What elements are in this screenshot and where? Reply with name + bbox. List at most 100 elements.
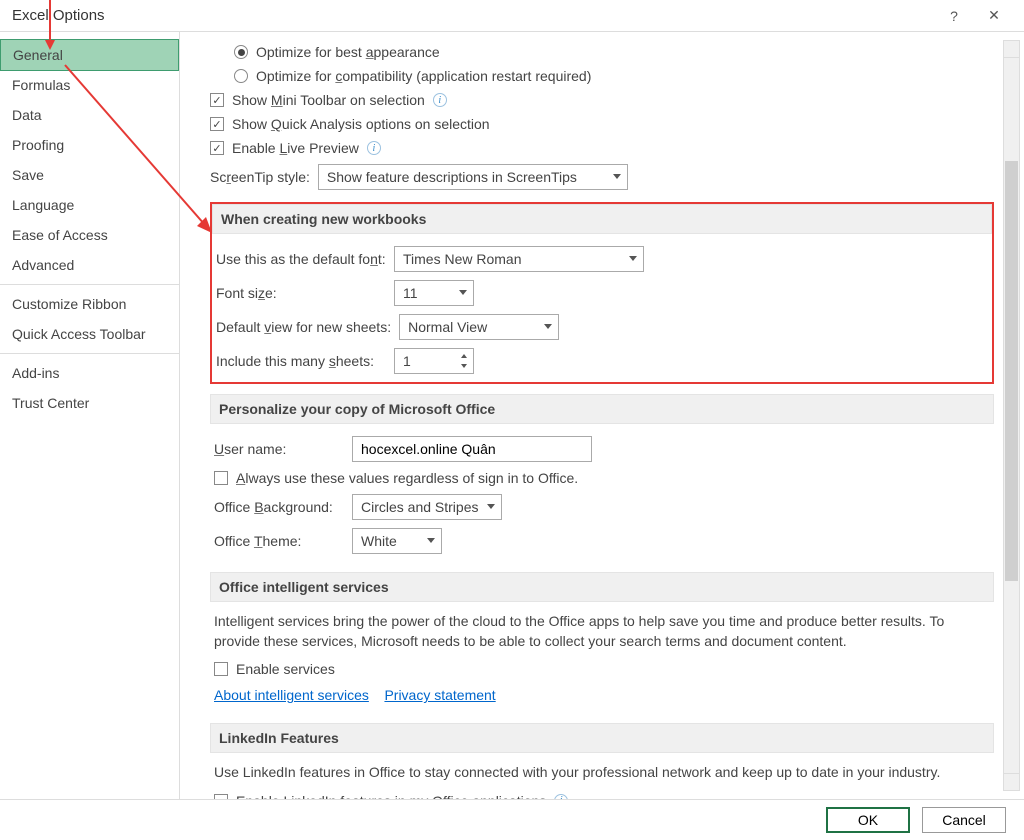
- sidebar-separator: [0, 353, 179, 354]
- checkbox-label: Enable LinkedIn features in my Office ap…: [236, 793, 546, 799]
- user-name-input[interactable]: [352, 436, 592, 462]
- checkbox-label: Enable Live Preview: [232, 140, 359, 156]
- dropdown-value: Normal View: [408, 319, 487, 335]
- info-icon[interactable]: [554, 794, 568, 799]
- field-label: Font size:: [216, 285, 386, 301]
- section-header-new-workbooks: When creating new workbooks: [212, 204, 992, 234]
- title-bar: Excel Options ? ✕: [0, 0, 1024, 32]
- radio-optimize-appearance[interactable]: Optimize for best appearance: [234, 40, 994, 64]
- annotation-highlight-box: When creating new workbooks Use this as …: [210, 202, 994, 384]
- checkbox-always-use-values[interactable]: Always use these values regardless of si…: [214, 466, 990, 490]
- office-background-dropdown[interactable]: Circles and Stripes: [352, 494, 502, 520]
- checkbox-mini-toolbar[interactable]: Show Mini Toolbar on selection: [210, 88, 994, 112]
- scrollbar-thumb[interactable]: [1005, 161, 1018, 581]
- checkbox-label: Enable services: [236, 661, 335, 677]
- checkbox-quick-analysis[interactable]: Show Quick Analysis options on selection: [210, 112, 994, 136]
- font-size-dropdown[interactable]: 11: [394, 280, 474, 306]
- screentip-label: ScreenTip style:: [210, 169, 310, 185]
- section-header-intelligent-services: Office intelligent services: [210, 572, 994, 602]
- link-about-intelligent-services[interactable]: About intelligent services: [214, 687, 369, 703]
- checkbox-icon: [210, 93, 224, 107]
- help-icon[interactable]: ?: [934, 0, 974, 32]
- dropdown-value: Circles and Stripes: [361, 499, 479, 515]
- chevron-down-icon: [613, 174, 621, 179]
- sheets-count-row: Include this many sheets: 1: [216, 344, 988, 378]
- field-label: User name:: [214, 441, 344, 457]
- screentip-style-dropdown[interactable]: Show feature descriptions in ScreenTips: [318, 164, 628, 190]
- checkbox-live-preview[interactable]: Enable Live Preview: [210, 136, 994, 160]
- dropdown-value: White: [361, 533, 397, 549]
- linkedin-description: Use LinkedIn features in Office to stay …: [214, 761, 990, 789]
- info-icon[interactable]: [433, 93, 447, 107]
- field-label: Include this many sheets:: [216, 353, 386, 369]
- font-size-row: Font size: 11: [216, 276, 988, 310]
- chevron-down-icon: [459, 290, 467, 295]
- close-icon[interactable]: ✕: [974, 0, 1014, 32]
- sheets-spinner[interactable]: 1: [394, 348, 474, 374]
- radio-label: Optimize for best appearance: [256, 44, 440, 60]
- cancel-button[interactable]: Cancel: [922, 807, 1006, 833]
- chevron-down-icon: [629, 256, 637, 261]
- dialog-footer: OK Cancel: [0, 800, 1024, 840]
- sidebar-item-general[interactable]: General: [0, 39, 179, 71]
- checkbox-label: Always use these values regardless of si…: [236, 470, 578, 486]
- sidebar-item-trust-center[interactable]: Trust Center: [0, 388, 179, 418]
- screentip-style-row: ScreenTip style: Show feature descriptio…: [210, 160, 994, 194]
- sidebar-item-language[interactable]: Language: [0, 190, 179, 220]
- field-label: Office Background:: [214, 499, 344, 515]
- ok-button[interactable]: OK: [826, 807, 910, 833]
- content-pane: Optimize for best appearance Optimize fo…: [180, 32, 1024, 799]
- default-view-dropdown[interactable]: Normal View: [399, 314, 559, 340]
- intelligent-services-description: Intelligent services bring the power of …: [214, 610, 990, 657]
- window-title: Excel Options: [12, 7, 934, 24]
- radio-icon: [234, 45, 248, 59]
- radio-optimize-compatibility[interactable]: Optimize for compatibility (application …: [234, 64, 994, 88]
- field-label: Office Theme:: [214, 533, 344, 549]
- section-header-linkedin: LinkedIn Features: [210, 723, 994, 753]
- spinner-value: 1: [403, 353, 411, 369]
- sidebar-item-ease-of-access[interactable]: Ease of Access: [0, 220, 179, 250]
- default-view-row: Default view for new sheets: Normal View: [216, 310, 988, 344]
- field-label: Use this as the default font:: [216, 251, 386, 267]
- dropdown-value: Show feature descriptions in ScreenTips: [327, 169, 577, 185]
- sidebar-item-add-ins[interactable]: Add-ins: [0, 358, 179, 388]
- dropdown-value: 11: [403, 285, 418, 301]
- checkbox-icon: [214, 471, 228, 485]
- sidebar-item-formulas[interactable]: Formulas: [0, 70, 179, 100]
- radio-icon: [234, 69, 248, 83]
- vertical-scrollbar[interactable]: [1003, 40, 1020, 791]
- scrollbar-up-icon[interactable]: [1004, 41, 1019, 58]
- radio-label: Optimize for compatibility (application …: [256, 68, 591, 84]
- chevron-down-icon[interactable]: [457, 361, 471, 371]
- checkbox-icon: [210, 141, 224, 155]
- office-theme-dropdown[interactable]: White: [352, 528, 442, 554]
- main-area: General Formulas Data Proofing Save Lang…: [0, 32, 1024, 800]
- office-theme-row: Office Theme: White: [214, 524, 990, 558]
- user-name-row: User name:: [214, 432, 990, 466]
- checkbox-icon: [214, 794, 228, 799]
- sidebar-separator: [0, 284, 179, 285]
- dropdown-value: Times New Roman: [403, 251, 522, 267]
- sidebar-item-advanced[interactable]: Advanced: [0, 250, 179, 280]
- checkbox-icon: [210, 117, 224, 131]
- chevron-up-icon[interactable]: [457, 351, 471, 361]
- spinner-buttons[interactable]: [457, 351, 471, 371]
- sidebar-item-quick-access-toolbar[interactable]: Quick Access Toolbar: [0, 319, 179, 349]
- sidebar-item-save[interactable]: Save: [0, 160, 179, 190]
- checkbox-label: Show Quick Analysis options on selection: [232, 116, 490, 132]
- link-privacy-statement[interactable]: Privacy statement: [384, 687, 495, 703]
- default-font-dropdown[interactable]: Times New Roman: [394, 246, 644, 272]
- office-background-row: Office Background: Circles and Stripes: [214, 490, 990, 524]
- checkbox-linkedin-features[interactable]: Enable LinkedIn features in my Office ap…: [214, 789, 990, 799]
- scrollbar-down-icon[interactable]: [1004, 773, 1019, 790]
- sidebar-item-data[interactable]: Data: [0, 100, 179, 130]
- checkbox-icon: [214, 662, 228, 676]
- info-icon[interactable]: [367, 141, 381, 155]
- sidebar-item-customize-ribbon[interactable]: Customize Ribbon: [0, 289, 179, 319]
- sidebar-item-proofing[interactable]: Proofing: [0, 130, 179, 160]
- section-header-personalize: Personalize your copy of Microsoft Offic…: [210, 394, 994, 424]
- chevron-down-icon: [544, 324, 552, 329]
- sidebar: General Formulas Data Proofing Save Lang…: [0, 32, 180, 799]
- default-font-row: Use this as the default font: Times New …: [216, 242, 988, 276]
- checkbox-enable-services[interactable]: Enable services: [214, 657, 990, 681]
